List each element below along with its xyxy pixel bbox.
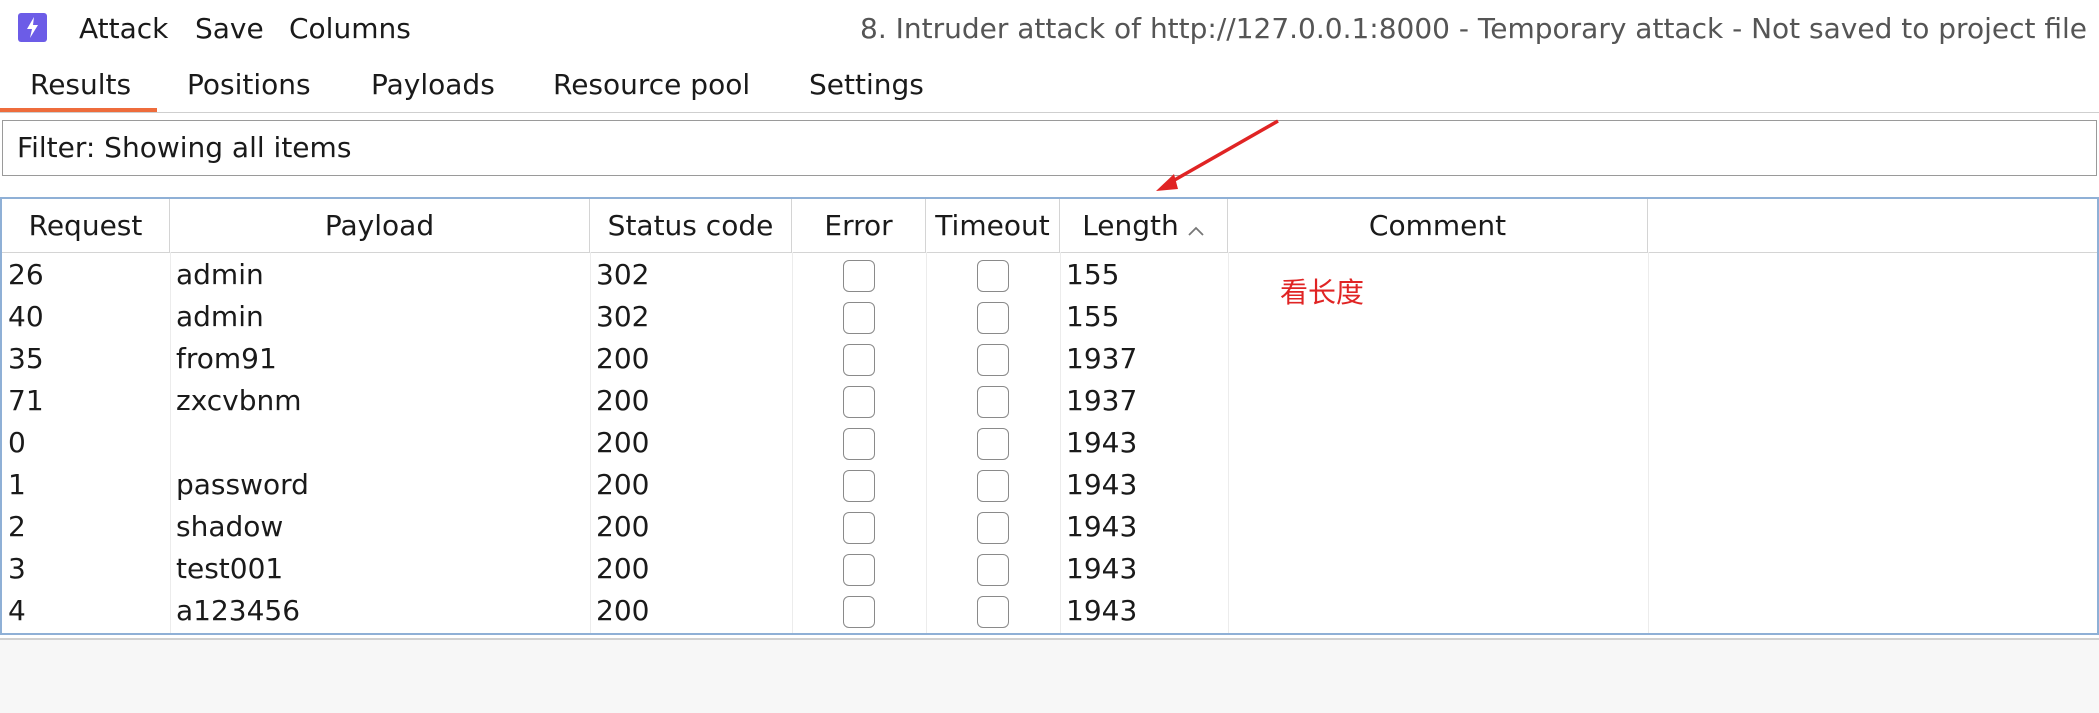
timeout-checkbox[interactable]	[977, 260, 1009, 292]
cell-request: 26	[8, 258, 44, 291]
filter-text: Filter: Showing all items	[17, 131, 352, 164]
table-row[interactable]: 4 a123456 200 1943	[2, 590, 2097, 632]
cell-request: 40	[8, 300, 44, 333]
cell-request: 4	[8, 594, 26, 627]
cell-request: 35	[8, 342, 44, 375]
timeout-checkbox[interactable]	[977, 470, 1009, 502]
table-row[interactable]: 26 admin 302 155	[2, 254, 2097, 296]
annotation-text: 看长度	[1280, 276, 1365, 309]
column-header-label: Length	[1082, 209, 1179, 242]
cell-payload: password	[176, 468, 309, 501]
cell-status-code: 200	[596, 468, 650, 501]
filter-bar[interactable]: Filter: Showing all items	[2, 120, 2097, 176]
error-checkbox[interactable]	[843, 302, 875, 334]
cell-length: 155	[1066, 258, 1120, 291]
cell-payload: admin	[176, 300, 264, 333]
active-tab-indicator	[0, 108, 157, 112]
tab-results[interactable]: Results	[30, 68, 131, 102]
cell-length: 1943	[1066, 594, 1138, 627]
column-header-label: Error	[824, 209, 893, 242]
column-header-label: Comment	[1368, 209, 1507, 242]
error-checkbox[interactable]	[843, 470, 875, 502]
cell-request: 2	[8, 510, 26, 543]
cell-length: 1943	[1066, 426, 1138, 459]
cell-status-code: 200	[596, 384, 650, 417]
error-checkbox[interactable]	[843, 512, 875, 544]
column-header-label: Payload	[324, 209, 435, 242]
cell-status-code: 200	[596, 594, 650, 627]
table-row[interactable]: 3 test001 200 1943	[2, 548, 2097, 590]
column-header-error[interactable]: Error	[792, 199, 926, 252]
column-header-label: Status code	[607, 209, 774, 242]
error-checkbox[interactable]	[843, 596, 875, 628]
table-row[interactable]: 40 admin 302 155	[2, 296, 2097, 338]
cell-payload: from91	[176, 342, 277, 375]
menu-save[interactable]: Save	[195, 12, 264, 46]
cell-request: 0	[8, 426, 26, 459]
cell-status-code: 200	[596, 426, 650, 459]
timeout-checkbox[interactable]	[977, 554, 1009, 586]
timeout-checkbox[interactable]	[977, 596, 1009, 628]
annotation-arrow	[1156, 119, 1279, 191]
menu-columns[interactable]: Columns	[289, 12, 411, 46]
error-checkbox[interactable]	[843, 428, 875, 460]
bottom-panel	[0, 638, 2099, 713]
cell-payload: zxcvbnm	[176, 384, 302, 417]
table-row[interactable]: 35 from91 200 1937	[2, 338, 2097, 380]
table-row[interactable]: 2 shadow 200 1943	[2, 506, 2097, 548]
table-row[interactable]: 0 200 1943	[2, 422, 2097, 464]
cell-length: 1943	[1066, 552, 1138, 585]
results-table: Request Payload Status code Error Timeou…	[0, 197, 2099, 635]
tab-positions[interactable]: Positions	[187, 68, 311, 102]
cell-status-code: 200	[596, 342, 650, 375]
cell-length: 1943	[1066, 510, 1138, 543]
table-header: Request Payload Status code Error Timeou…	[2, 199, 2097, 253]
sort-ascending-icon	[1187, 201, 1205, 254]
cell-payload: admin	[176, 258, 264, 291]
tab-resource-pool[interactable]: Resource pool	[553, 68, 750, 102]
cell-length: 1937	[1066, 342, 1138, 375]
cell-request: 3	[8, 552, 26, 585]
table-row[interactable]: 1 password 200 1943	[2, 464, 2097, 506]
error-checkbox[interactable]	[843, 554, 875, 586]
cell-length: 1943	[1066, 468, 1138, 501]
table-row[interactable]: 71 zxcvbnm 200 1937	[2, 380, 2097, 422]
cell-length: 155	[1066, 300, 1120, 333]
column-header-request[interactable]: Request	[2, 199, 170, 252]
timeout-checkbox[interactable]	[977, 302, 1009, 334]
column-header-label: Request	[28, 209, 143, 242]
cell-status-code: 302	[596, 300, 650, 333]
cell-length: 1937	[1066, 384, 1138, 417]
column-header-label: Timeout	[935, 209, 1050, 242]
column-header-comment[interactable]: Comment	[1228, 199, 1648, 252]
error-checkbox[interactable]	[843, 386, 875, 418]
column-header-status-code[interactable]: Status code	[590, 199, 792, 252]
cell-payload: shadow	[176, 510, 284, 543]
cell-status-code: 302	[596, 258, 650, 291]
error-checkbox[interactable]	[843, 260, 875, 292]
menu-bar: Attack Save Columns 8. Intruder attack o…	[0, 0, 2099, 60]
menu-attack[interactable]: Attack	[79, 12, 168, 46]
timeout-checkbox[interactable]	[977, 512, 1009, 544]
column-header-payload[interactable]: Payload	[170, 199, 590, 252]
window-title: 8. Intruder attack of http://127.0.0.1:8…	[860, 12, 2087, 45]
column-header-timeout[interactable]: Timeout	[926, 199, 1060, 252]
tab-payloads[interactable]: Payloads	[371, 68, 495, 102]
cell-request: 71	[8, 384, 44, 417]
column-header-length[interactable]: Length	[1060, 199, 1228, 252]
tab-settings[interactable]: Settings	[809, 68, 924, 102]
tab-bar: Results Positions Payloads Resource pool…	[0, 62, 2099, 113]
cell-status-code: 200	[596, 510, 650, 543]
cell-payload: a123456	[176, 594, 301, 627]
timeout-checkbox[interactable]	[977, 386, 1009, 418]
burp-app-icon	[18, 13, 47, 42]
timeout-checkbox[interactable]	[977, 428, 1009, 460]
error-checkbox[interactable]	[843, 344, 875, 376]
cell-status-code: 200	[596, 552, 650, 585]
timeout-checkbox[interactable]	[977, 344, 1009, 376]
cell-payload: test001	[176, 552, 284, 585]
cell-request: 1	[8, 468, 26, 501]
